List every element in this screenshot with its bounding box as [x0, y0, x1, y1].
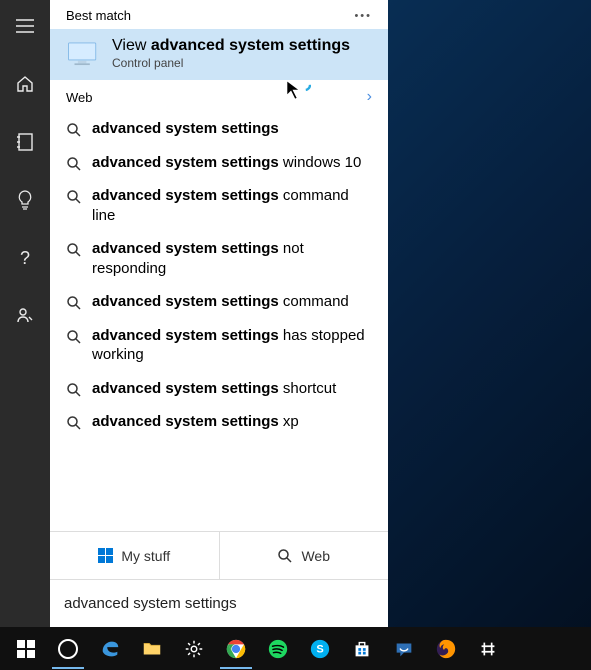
- gear-icon: [183, 638, 205, 660]
- more-icon[interactable]: •••: [354, 10, 372, 22]
- web-result-1[interactable]: advanced system settings windows 10: [50, 146, 388, 180]
- search-input[interactable]: advanced system settings: [50, 579, 388, 627]
- web-result-5[interactable]: advanced system settings has stopped wor…: [50, 319, 388, 372]
- hipchat-button[interactable]: [384, 629, 424, 669]
- web-header[interactable]: Web ›: [50, 80, 388, 112]
- chevron-right-icon: ›: [367, 88, 372, 106]
- web-result-3[interactable]: advanced system settings not responding: [50, 232, 388, 285]
- skype-icon: S: [309, 638, 331, 660]
- web-result-2[interactable]: advanced system settings command line: [50, 179, 388, 232]
- feedback-icon[interactable]: [1, 298, 49, 334]
- search-icon: [277, 548, 293, 564]
- web-result-6[interactable]: advanced system settings shortcut: [50, 372, 388, 406]
- windows-icon: [98, 548, 113, 563]
- taskbar: S: [0, 627, 591, 670]
- scope-web[interactable]: Web: [219, 532, 389, 579]
- settings-button[interactable]: [174, 629, 214, 669]
- search-icon: [66, 242, 82, 258]
- notebook-icon[interactable]: [1, 124, 49, 160]
- best-match-result[interactable]: View advanced system settings Control pa…: [50, 29, 388, 80]
- edge-button[interactable]: [90, 629, 130, 669]
- cortana-button[interactable]: [48, 629, 88, 669]
- firefox-button[interactable]: [426, 629, 466, 669]
- search-icon: [66, 329, 82, 345]
- cortana-circle-icon: [58, 639, 78, 659]
- svg-text:S: S: [316, 643, 323, 655]
- web-results-list: advanced system settingsadvanced system …: [50, 112, 388, 531]
- spotify-icon: [267, 638, 289, 660]
- search-icon: [66, 295, 82, 311]
- best-match-header: Best match •••: [50, 0, 388, 29]
- file-explorer-button[interactable]: [132, 629, 172, 669]
- store-button[interactable]: [342, 629, 382, 669]
- search-scopes: My stuff Web: [50, 531, 388, 579]
- windows-logo-icon: [17, 640, 35, 658]
- search-icon: [66, 122, 82, 138]
- firefox-icon: [435, 638, 457, 660]
- start-button[interactable]: [6, 629, 46, 669]
- edge-icon: [99, 638, 121, 660]
- best-match-text: View advanced system settings Control pa…: [112, 37, 350, 70]
- store-icon: [351, 638, 373, 660]
- help-icon[interactable]: ?: [1, 240, 49, 276]
- hash-icon: [477, 638, 499, 660]
- best-match-label: Best match: [66, 8, 131, 23]
- skype-button[interactable]: S: [300, 629, 340, 669]
- home-icon[interactable]: [1, 66, 49, 102]
- chrome-button[interactable]: [216, 629, 256, 669]
- hamburger-icon[interactable]: [1, 8, 49, 44]
- search-icon: [66, 156, 82, 172]
- search-icon: [66, 382, 82, 398]
- cortana-sidebar: ?: [0, 0, 50, 627]
- control-panel-icon: [66, 40, 100, 68]
- search-icon: [66, 189, 82, 205]
- web-result-0[interactable]: advanced system settings: [50, 112, 388, 146]
- web-result-4[interactable]: advanced system settings command: [50, 285, 388, 319]
- chat-icon: [393, 638, 415, 660]
- web-result-7[interactable]: advanced system settings xp: [50, 405, 388, 439]
- folder-icon: [141, 638, 163, 660]
- chrome-icon: [225, 638, 247, 660]
- search-icon: [66, 415, 82, 431]
- web-header-label: Web: [66, 90, 93, 105]
- search-results-panel: Best match ••• View advanced system sett…: [50, 0, 388, 627]
- scope-my-stuff[interactable]: My stuff: [50, 532, 219, 579]
- spotify-button[interactable]: [258, 629, 298, 669]
- lightbulb-icon[interactable]: [1, 182, 49, 218]
- slack-button[interactable]: [468, 629, 508, 669]
